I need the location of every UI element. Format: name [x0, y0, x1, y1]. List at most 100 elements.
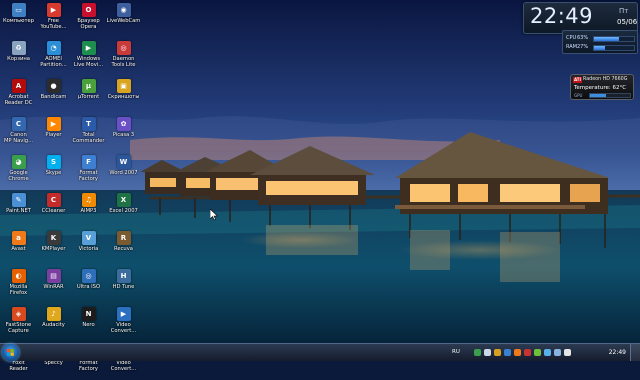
desktop-shortcut[interactable]: µ µTorrent: [71, 76, 106, 114]
mouse-cursor-icon: [210, 209, 218, 221]
desktop-shortcut[interactable]: S Skype: [36, 152, 71, 190]
desktop-shortcut-label: Paint.NET: [6, 208, 31, 214]
desktop-shortcut-label: Google Chrome: [8, 170, 29, 182]
desktop-shortcut[interactable]: A Acrobat Reader DC: [1, 76, 36, 114]
ram-meter-row: RAM 27%: [566, 44, 636, 51]
opera-icon: O: [81, 3, 96, 17]
desktop-shortcut[interactable]: ▶ Windows Live Movi...: [71, 38, 106, 76]
ram-value: 27%: [577, 44, 589, 50]
desktop-shortcut[interactable]: ◎ Daemon Tools Lite: [106, 38, 141, 76]
windows-logo-icon: [7, 349, 14, 356]
desktop-shortcut[interactable]: ♪ Audacity: [36, 304, 71, 342]
flag-icon[interactable]: [564, 349, 571, 356]
acrobat-icon: A: [11, 79, 26, 93]
desktop-shortcut-label: Bandicam: [40, 94, 67, 100]
desktop-shortcut-label: Victoria: [78, 246, 99, 252]
gpu-monitor-gadget[interactable]: ATI Radeon HD 7660G Temperature: 62°C GP…: [570, 74, 634, 100]
printer-icon: C: [11, 117, 26, 131]
bandicam-icon: ●: [46, 79, 61, 93]
desktop-shortcut[interactable]: K KMPlayer: [36, 228, 71, 266]
desktop-shortcut[interactable]: FFormat Factory: [71, 152, 106, 190]
cpu-value: 63%: [577, 35, 589, 41]
desktop-shortcut[interactable]: V Victoria: [71, 228, 106, 266]
sync-icon[interactable]: [504, 349, 511, 356]
desktop-shortcut-label: Recuva: [114, 246, 133, 252]
desktop-shortcut-label: Free YouTube...: [40, 18, 67, 30]
desktop-shortcut-label: Video Convert...: [110, 360, 137, 372]
gpu-temperature: Temperature: 62°C: [574, 85, 627, 91]
movie-maker-icon: ▶: [81, 41, 96, 55]
desktop-shortcut-label: Acrobat Reader DC: [4, 94, 33, 106]
ram-bar-fill: [594, 46, 605, 50]
desktop-shortcut[interactable]: C CCleaner: [36, 190, 71, 228]
desktop-shortcut[interactable]: T Total Commander: [71, 114, 106, 152]
desktop-shortcut[interactable]: N Nero: [71, 304, 106, 342]
desktop-shortcut-label: Nero: [82, 322, 95, 328]
desktop-shortcut-label: Word 2007: [109, 170, 138, 176]
show-desktop-button[interactable]: [630, 344, 640, 361]
excel-icon: X: [116, 193, 131, 207]
desktop-shortcut[interactable]: ▣ Скриншоты: [106, 76, 141, 114]
desktop-shortcut[interactable]: ◔ AOMEI Partition...: [36, 38, 71, 76]
winrar-icon: ▤: [46, 269, 61, 283]
network-icon[interactable]: [474, 349, 481, 356]
taskbar-clock[interactable]: 22:49: [609, 349, 626, 356]
desktop-shortcut[interactable]: ♻ Корзина: [1, 38, 36, 76]
desktop-shortcut-label: LiveWebCam: [106, 18, 141, 24]
desktop-shortcut[interactable]: ◈ FastStone Capture: [1, 304, 36, 342]
volume-icon[interactable]: [484, 349, 491, 356]
desktop-shortcut[interactable]: ✎ Paint.NET: [1, 190, 36, 228]
gpu-name: Radeon HD 7660G: [583, 77, 628, 82]
update-icon[interactable]: [544, 349, 551, 356]
security-icon[interactable]: [494, 349, 501, 356]
desktop-shortcut-label: Skype: [45, 170, 62, 176]
language-indicator[interactable]: RU: [452, 349, 460, 355]
desktop-shortcut[interactable]: a Avast: [1, 228, 36, 266]
cpu-meter-gadget[interactable]: CPU 63% RAM 27%: [562, 30, 638, 54]
record-icon[interactable]: [524, 349, 531, 356]
desktop-shortcut[interactable]: X Excel 2007: [106, 190, 141, 228]
desktop-shortcut[interactable]: ◐ Mozilla Firefox: [1, 266, 36, 304]
desktop-shortcut[interactable]: ◉ LiveWebCam: [106, 0, 141, 38]
desktop-shortcut[interactable]: ▭ Компьютер: [1, 0, 36, 38]
desktop-shortcut[interactable]: ● Bandicam: [36, 76, 71, 114]
skype-icon: S: [46, 155, 61, 169]
desktop-shortcut[interactable]: ▶ Free YouTube...: [36, 0, 71, 38]
cpu-label: CPU: [566, 35, 577, 41]
desktop-shortcut[interactable]: ◎ Ultra ISO: [71, 266, 106, 304]
desktop-shortcut[interactable]: ▶ Video Convert...: [106, 304, 141, 342]
desktop-shortcut[interactable]: H HD Tune: [106, 266, 141, 304]
power-icon[interactable]: [534, 349, 541, 356]
hdtune-icon: H: [116, 269, 131, 283]
desktop-shortcut[interactable]: ◕ Google Chrome: [1, 152, 36, 190]
nero-icon: N: [81, 307, 96, 321]
recycle-bin-icon: ♻: [11, 41, 26, 55]
recuva-icon: R: [116, 231, 131, 245]
chrome-icon: ◕: [11, 155, 26, 169]
system-tray: RU 22:49: [450, 344, 640, 361]
desktop-shortcut-label: µTorrent: [77, 94, 100, 100]
desktop-shortcut[interactable]: C Canon MP Navig...: [1, 114, 36, 152]
desktop-shortcut[interactable]: ▶ Player: [36, 114, 71, 152]
webcam-icon: ◉: [116, 3, 131, 17]
player-icon: ▶: [46, 117, 61, 131]
disc-icon: ◎: [116, 41, 131, 55]
partition-tool-icon: ◔: [46, 41, 61, 55]
desktop-shortcut[interactable]: ✿ Picasa 3: [106, 114, 141, 152]
start-button[interactable]: [2, 344, 19, 361]
desktop-shortcut-label: Excel 2007: [109, 208, 138, 214]
desktop-shortcut[interactable]: ▤ WinRAR: [36, 266, 71, 304]
desktop-shortcut-label: Windows Live Movi...: [73, 56, 104, 68]
antivirus-icon[interactable]: [514, 349, 521, 356]
desktop-shortcut-label: Canon MP Navig...: [3, 132, 34, 144]
desktop-shortcut[interactable]: W Word 2007: [106, 152, 141, 190]
desktop-shortcut-label: Foxit Reader: [9, 360, 28, 372]
desktop-shortcut[interactable]: R Recuva: [106, 228, 141, 266]
gpu-load-bar: [589, 93, 631, 98]
desktop-shortcut[interactable]: ♫ AIMP3: [71, 190, 106, 228]
desktop-shortcut[interactable]: O Браузер Opera: [71, 0, 106, 38]
audacity-icon: ♪: [46, 307, 61, 321]
gpu-brand-logo: ATI: [573, 77, 582, 83]
cloud-icon[interactable]: [554, 349, 561, 356]
desktop-shortcut-label: Корзина: [7, 56, 30, 62]
